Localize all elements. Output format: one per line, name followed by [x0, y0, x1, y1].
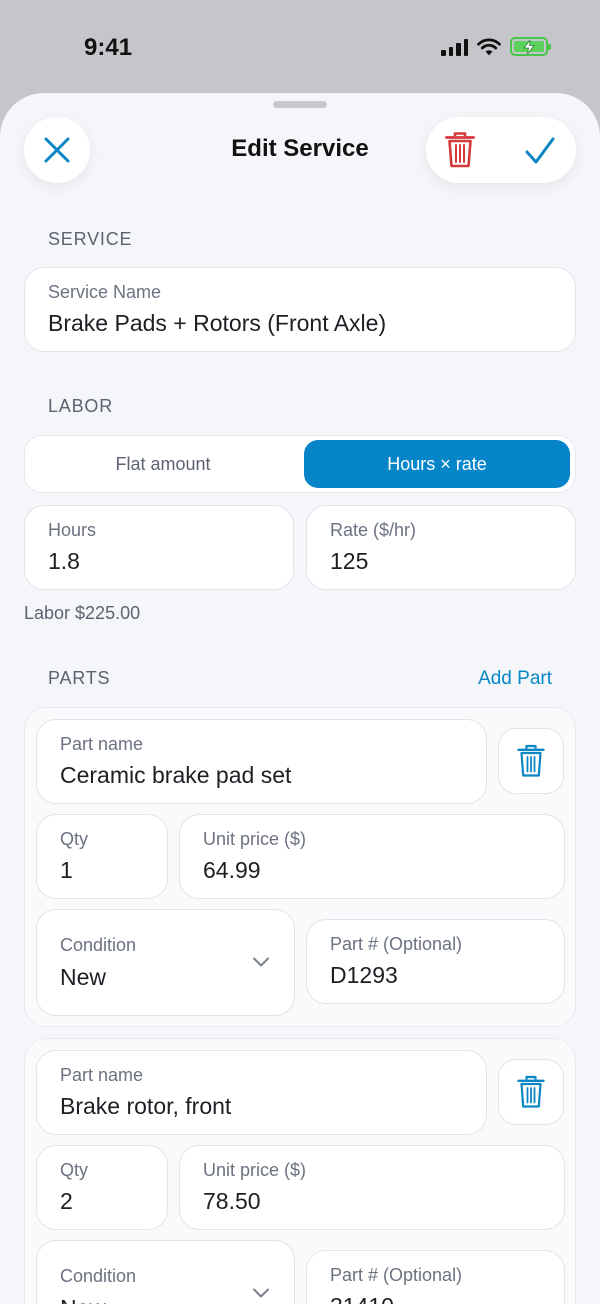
wifi-icon [477, 38, 501, 55]
service-name-value: Brake Pads + Rotors (Front Axle) [48, 310, 387, 336]
part-name-value: Ceramic brake pad set [60, 762, 292, 788]
sheet-grabber[interactable] [273, 101, 327, 108]
trash-icon [517, 1075, 545, 1108]
hours-field[interactable]: Hours 1.8 [24, 505, 294, 590]
part-number-field[interactable]: Part # (Optional) D1293 [306, 919, 565, 1004]
qty-label: Qty [60, 829, 89, 849]
part-number-value: D1293 [330, 962, 398, 988]
status-icons [441, 37, 551, 56]
status-time: 9:41 [84, 34, 133, 61]
unit-price-field[interactable]: Unit price ($) 64.99 [179, 814, 565, 899]
battery-charging-icon [510, 37, 551, 56]
service-section-label: SERVICE [48, 229, 133, 249]
chevron-down-icon [253, 1288, 269, 1298]
condition-value: New [60, 964, 107, 990]
service-name-field[interactable]: Service Name Brake Pads + Rotors (Front … [24, 267, 576, 352]
part-name-field[interactable]: Part name Ceramic brake pad set [36, 719, 487, 804]
hours-value: 1.8 [48, 548, 80, 574]
part-number-label: Part # (Optional) [330, 1265, 463, 1285]
segment-hours-rate[interactable]: Hours × rate [304, 440, 570, 488]
trash-icon [517, 744, 545, 777]
labor-mode-segmented-control: Flat amount Hours × rate [24, 435, 576, 493]
condition-dropdown[interactable]: Condition New [36, 1240, 295, 1304]
delete-service-button[interactable] [440, 129, 480, 171]
unit-price-field[interactable]: Unit price ($) 78.50 [179, 1145, 565, 1230]
delete-part-button[interactable] [498, 1059, 564, 1125]
rate-field[interactable]: Rate ($/hr) 125 [306, 505, 576, 590]
part-name-label: Part name [60, 734, 144, 754]
unit-price-value: 64.99 [203, 857, 261, 883]
status-bar: 9:41 [0, 0, 600, 96]
qty-value: 1 [60, 857, 73, 883]
condition-label: Condition [60, 1266, 137, 1286]
hours-label: Hours [48, 520, 97, 540]
part-card: Part name Brake rotor, front Qty 2 Unit … [24, 1038, 576, 1304]
part-name-field[interactable]: Part name Brake rotor, front [36, 1050, 487, 1135]
unit-price-label: Unit price ($) [203, 829, 307, 849]
unit-price-label: Unit price ($) [203, 1160, 307, 1180]
parts-section-label: PARTS [48, 668, 111, 688]
condition-label: Condition [60, 935, 137, 955]
chevron-down-icon [253, 957, 269, 967]
labor-total: Labor $225.00 [24, 603, 141, 623]
part-number-value: 31410 [330, 1293, 394, 1304]
unit-price-value: 78.50 [203, 1188, 261, 1214]
header-actions [426, 117, 576, 183]
part-number-label: Part # (Optional) [330, 934, 463, 954]
condition-value: New [60, 1295, 106, 1304]
cellular-signal-icon [441, 38, 468, 56]
segment-flat-amount[interactable]: Flat amount [30, 440, 296, 488]
part-number-field[interactable]: Part # (Optional) 31410 [306, 1250, 565, 1304]
rate-value: 125 [330, 548, 369, 574]
delete-part-button[interactable] [498, 728, 564, 794]
part-card: Part name Ceramic brake pad set Qty 1 Un… [24, 707, 576, 1027]
qty-value: 2 [60, 1188, 73, 1214]
qty-field[interactable]: Qty 1 [36, 814, 168, 899]
trash-icon [445, 132, 475, 168]
add-part-button[interactable]: Add Part [478, 668, 552, 690]
labor-section-label: LABOR [48, 396, 114, 416]
rate-label: Rate ($/hr) [330, 520, 417, 540]
checkmark-icon [525, 137, 555, 164]
qty-field[interactable]: Qty 2 [36, 1145, 168, 1230]
condition-dropdown[interactable]: Condition New [36, 909, 295, 1016]
edit-service-sheet: Edit Service SERVICE Service Name Brake … [0, 93, 600, 1304]
part-name-value: Brake rotor, front [60, 1093, 232, 1119]
qty-label: Qty [60, 1160, 89, 1180]
save-button[interactable] [520, 131, 560, 171]
part-name-label: Part name [60, 1065, 144, 1085]
service-name-label: Service Name [48, 282, 162, 302]
